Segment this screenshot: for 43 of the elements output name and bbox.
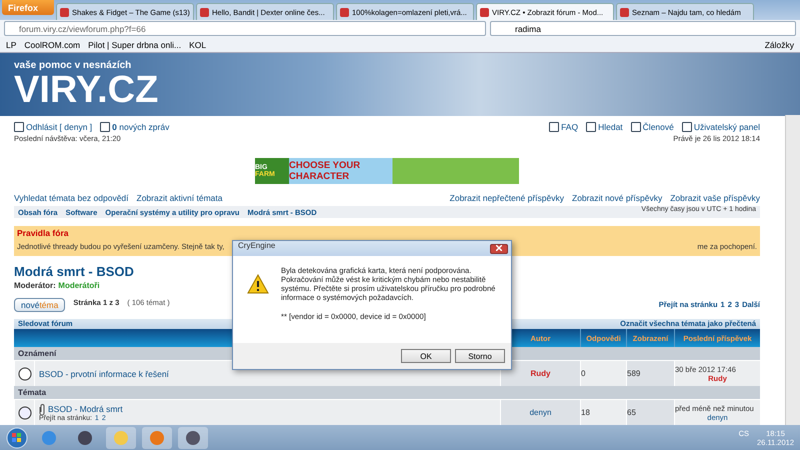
bookmark[interactable]: KOL: [189, 40, 206, 50]
nav-link[interactable]: Hledat: [586, 122, 623, 132]
close-icon: [496, 244, 502, 250]
search-link[interactable]: Zobrazit nepřečtené příspěvky: [450, 193, 564, 203]
dialog-button[interactable]: Storno: [455, 349, 505, 363]
section-header: Témata: [14, 386, 760, 400]
bookmark[interactable]: CoolROM.com: [24, 40, 80, 50]
dialog-button[interactable]: OK: [401, 349, 451, 363]
reply-count: 0: [581, 369, 586, 378]
site-logo: VIRY.CZ: [14, 71, 160, 109]
author-link[interactable]: Rudy: [530, 369, 550, 378]
ad-headline: CHARACTER: [289, 171, 350, 182]
moderator-link[interactable]: Moderátoři: [58, 280, 100, 290]
start-orb-icon[interactable]: [6, 426, 28, 448]
nav-link[interactable]: Členové: [630, 122, 674, 132]
site-tagline: vaše pomoc v nesnázích: [14, 60, 132, 71]
nav-link[interactable]: FAQ: [549, 122, 578, 132]
search-link[interactable]: Zobrazit vaše příspěvky: [670, 193, 760, 203]
messages-link[interactable]: 0 nových zpráv: [100, 122, 170, 132]
warning-icon: [247, 274, 269, 294]
view-count: 65: [627, 408, 636, 418]
topic-link[interactable]: BSOD - prvotní informace k řešení: [39, 368, 169, 379]
logout-link[interactable]: Odhlásit [ denyn ]: [14, 122, 92, 132]
url-field[interactable]: forum.viry.cz/viewforum.php?f=66: [4, 21, 486, 36]
bookmarks-menu[interactable]: Záložky: [764, 40, 794, 50]
search-link[interactable]: Zobrazit aktivní témata: [136, 193, 222, 203]
search-field[interactable]: radima: [490, 21, 796, 36]
ad-headline: CHOOSE YOUR: [289, 160, 360, 171]
nav-link[interactable]: Uživatelský panel: [682, 122, 760, 132]
author-link[interactable]: denyn: [530, 408, 552, 418]
view-count: 589: [627, 369, 640, 378]
search-link[interactable]: Zobrazit nové příspěvky: [572, 193, 662, 203]
topic-link[interactable]: BSOD - Modrá smrt: [48, 404, 123, 414]
new-topic-button[interactable]: novétéma: [14, 298, 66, 312]
forum-title: Modrá smrt - BSOD: [14, 264, 134, 279]
bookmark[interactable]: Pilot | Super drbna onli...: [88, 40, 182, 50]
dialog-title: CryEngine: [238, 241, 276, 250]
bookmark[interactable]: LP: [6, 40, 16, 50]
moderator-label: Moderátor:: [14, 280, 56, 290]
close-button[interactable]: [490, 244, 508, 254]
reply-count: 18: [581, 408, 590, 418]
search-link[interactable]: Vyhledat témata bez odpovědí: [14, 193, 129, 203]
rules-title: Pravidla fóra: [17, 228, 68, 238]
